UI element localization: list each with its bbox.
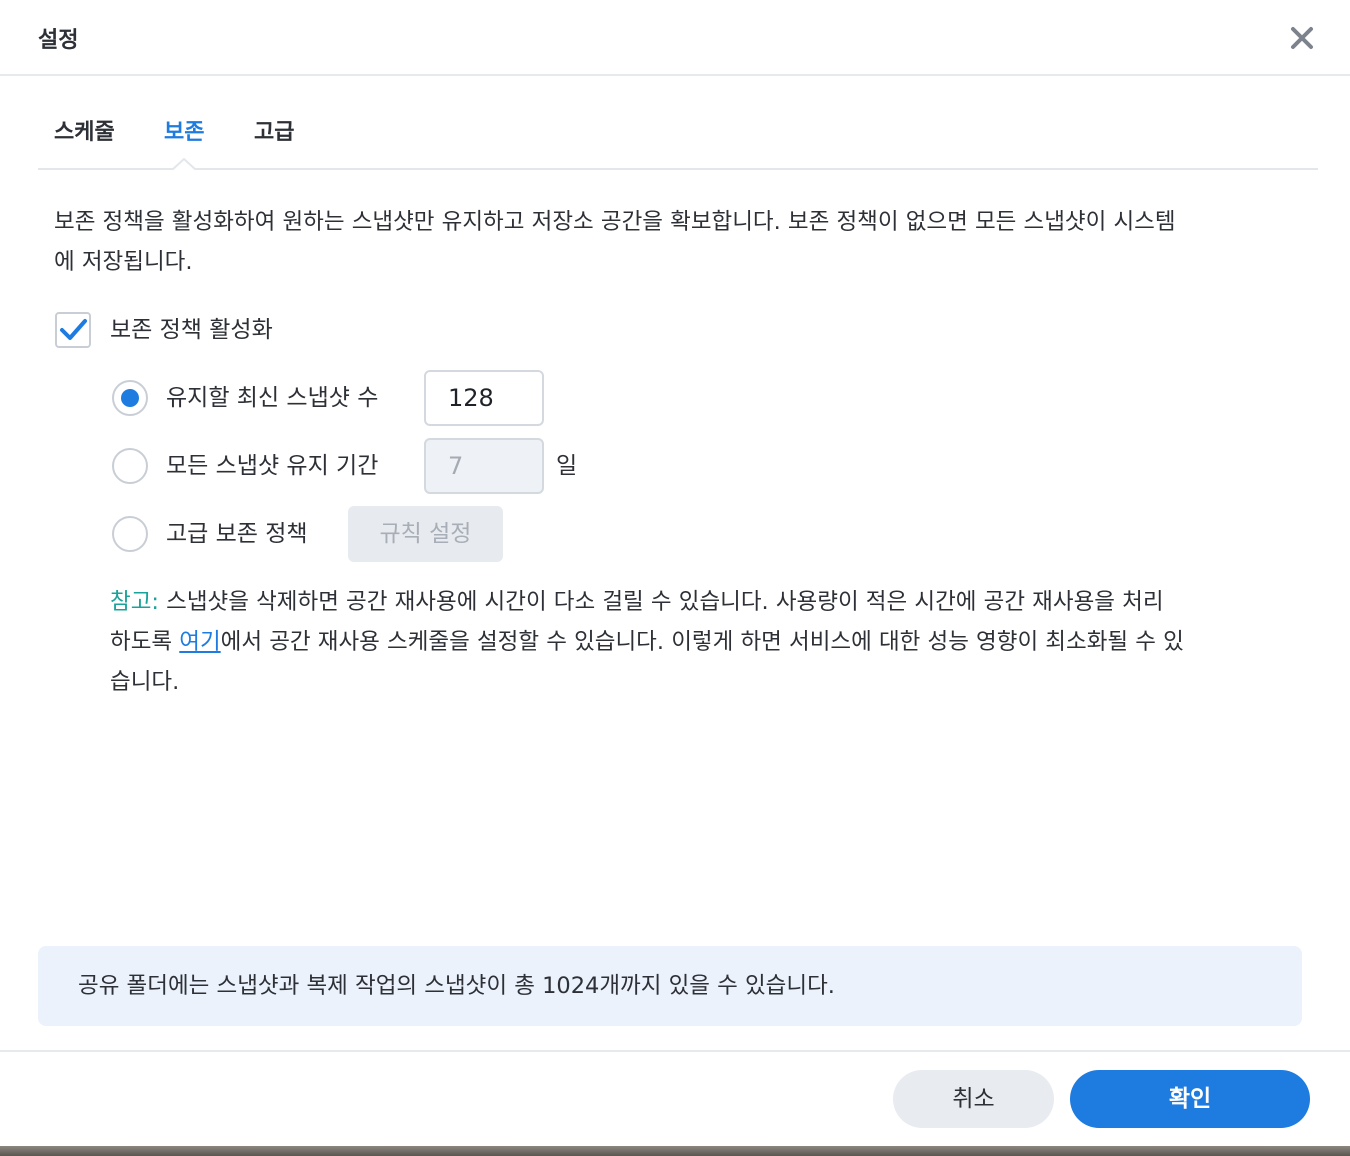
dialog-title: 설정 — [38, 28, 79, 53]
tab-schedule[interactable]: 스케줄 — [54, 114, 115, 146]
note-text-prefix: 하도록 — [110, 629, 180, 655]
radio-keep-latest[interactable] — [112, 380, 148, 416]
enable-retention-label: 보존 정책 활성화 — [110, 317, 273, 343]
radio-advanced-retention[interactable] — [112, 516, 148, 552]
retention-description: 보존 정책을 활성화하여 원하는 스냅샷만 유지하고 저장소 공간을 확보합니다… — [54, 202, 1304, 282]
description-line-1: 보존 정책을 활성화하여 원하는 스냅샷만 유지하고 저장소 공간을 확보합니다… — [54, 209, 1176, 235]
cancel-button[interactable]: 취소 — [893, 1070, 1054, 1128]
info-banner-text: 공유 폴더에는 스냅샷과 복제 작업의 스냅샷이 총 1024개까지 있을 수 … — [78, 973, 835, 999]
note-text-line-1: 스냅샷을 삭제하면 공간 재사용에 시간이 다소 걸릴 수 있습니다. 사용량이… — [158, 589, 1164, 615]
settings-dialog: 설정 스케줄 보존 고급 보존 정책을 활성화하여 원하는 스냅샷만 유지하고 … — [0, 0, 1350, 1146]
keep-latest-count-input[interactable] — [424, 370, 544, 426]
tab-retention[interactable]: 보존 — [164, 114, 204, 146]
rule-settings-button[interactable]: 규칙 설정 — [348, 506, 503, 562]
note-text-suffix: 에서 공간 재사용 스케줄을 설정할 수 있습니다. 이렇게 하면 서비스에 대… — [220, 629, 1184, 655]
space-reclamation-link[interactable]: 여기 — [179, 629, 220, 655]
close-button[interactable] — [1284, 20, 1320, 56]
close-icon — [1291, 27, 1313, 49]
enable-retention-checkbox[interactable] — [55, 312, 91, 348]
note-line-3: 습니다. — [110, 669, 180, 695]
note-line-1: 참고: 스냅샷을 삭제하면 공간 재사용에 시간이 다소 걸릴 수 있습니다. … — [110, 582, 1310, 622]
ok-button[interactable]: 확인 — [1070, 1070, 1310, 1128]
tab-bar: 스케줄 보존 고급 — [38, 100, 1318, 170]
active-tab-caret-icon — [172, 158, 196, 170]
radio-keep-all-period[interactable] — [112, 448, 148, 484]
keep-days-input[interactable] — [424, 438, 544, 494]
days-unit-label: 일 — [556, 453, 578, 479]
keep-latest-label: 유지할 최신 스냅샷 수 — [166, 385, 379, 411]
description-line-2: 에 저장됩니다. — [54, 249, 193, 275]
note-label: 참고: — [110, 589, 159, 615]
info-banner: 공유 폴더에는 스냅샷과 복제 작업의 스냅샷이 총 1024개까지 있을 수 … — [38, 946, 1302, 1026]
note-line-2: 하도록 여기에서 공간 재사용 스케줄을 설정할 수 있습니다. 이렇게 하면 … — [110, 622, 1310, 662]
background-edge — [0, 1146, 1350, 1156]
keep-all-period-label: 모든 스냅샷 유지 기간 — [166, 453, 379, 479]
checkmark-icon — [60, 319, 87, 340]
advanced-retention-label: 고급 보존 정책 — [166, 521, 308, 547]
dialog-titlebar: 설정 — [0, 0, 1350, 76]
note-text: 참고: 스냅샷을 삭제하면 공간 재사용에 시간이 다소 걸릴 수 있습니다. … — [110, 582, 1310, 702]
dialog-footer: 취소 확인 — [0, 1050, 1350, 1146]
tab-advanced[interactable]: 고급 — [254, 114, 294, 146]
